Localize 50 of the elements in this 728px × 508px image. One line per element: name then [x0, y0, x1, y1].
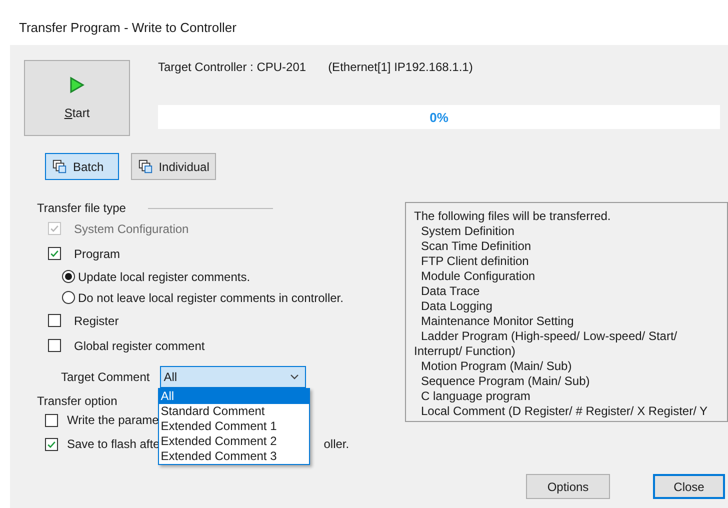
copy-icon [138, 159, 153, 174]
dropdown-option[interactable]: Extended Comment 2 [158, 434, 309, 449]
mode-button[interactable]: Batch [45, 153, 119, 180]
checkbox[interactable] [48, 247, 61, 260]
file-list-item: Local Comment (D Register/ # Register/ X Register/ Y [420, 404, 709, 419]
group-title: Transfer option [37, 394, 118, 408]
chevron-down-icon [290, 374, 299, 380]
checkbox-label: Write the parame [67, 413, 159, 427]
dialog-button[interactable]: Options [526, 474, 610, 499]
target-comment-dropdown[interactable]: All [160, 366, 306, 388]
dropdown-option[interactable]: Standard Comment [158, 404, 309, 419]
dropdown-option[interactable]: Extended Comment 3 [158, 449, 309, 464]
checkbox-label: Global register comment [74, 338, 205, 352]
file-list-item: FTP Client definition [420, 254, 530, 269]
checkbox-label: oller. [324, 437, 350, 451]
checkbox-label: Register [74, 314, 119, 328]
window-title: Transfer Program - Write to Controller [18, 19, 238, 37]
dialog-button[interactable]: Close [653, 474, 725, 499]
mode-button[interactable]: Individual [130, 153, 216, 180]
dropdown-option[interactable]: Extended Comment 1 [158, 419, 309, 434]
file-list-item: Sequence Program (Main/ Sub) [420, 374, 591, 389]
radio-label: Do not leave local register comments in controller. [78, 290, 344, 304]
copy-icon [52, 159, 67, 174]
play-icon [69, 76, 85, 94]
radio-button[interactable] [62, 291, 75, 304]
checkbox-label: System Configuration [74, 222, 189, 236]
target-controller-label: Target Controller : CPU-201 [158, 60, 306, 76]
checkbox[interactable] [45, 438, 58, 450]
file-list-item: Scan Time Definition [420, 239, 532, 254]
group-title: Transfer file type [37, 201, 126, 215]
file-list-item: Data Trace [420, 284, 481, 299]
checkbox[interactable] [45, 414, 58, 426]
start-button[interactable]: Start [24, 60, 130, 136]
list-heading: The following files will be transferred. [414, 209, 612, 224]
file-list-item: Ladder Program (High-speed/ Low-speed/ Start/ Interrupt/ Function) [414, 329, 678, 359]
file-list-item: Motion Program (Main/ Sub) [420, 359, 573, 374]
file-list-item: Module Configuration [420, 269, 536, 284]
checkbox[interactable] [48, 314, 61, 327]
checkbox[interactable] [48, 339, 61, 352]
field-label: Target Comment [61, 370, 150, 384]
file-list-item: C language program [420, 389, 532, 404]
file-list-item: System Definition [420, 224, 516, 239]
file-list-item: Data Logging [420, 299, 494, 314]
connection-info: (Ethernet[1] IP192.168.1.1) [328, 60, 473, 76]
radio-button[interactable] [62, 270, 75, 283]
progress-percent: 0% [430, 110, 448, 124]
dropdown-option[interactable]: All [158, 389, 309, 404]
file-list-item: Maintenance Monitor Setting [420, 314, 575, 329]
checkbox-label: Program [74, 246, 120, 260]
radio-label: Update local register comments. [78, 270, 250, 284]
